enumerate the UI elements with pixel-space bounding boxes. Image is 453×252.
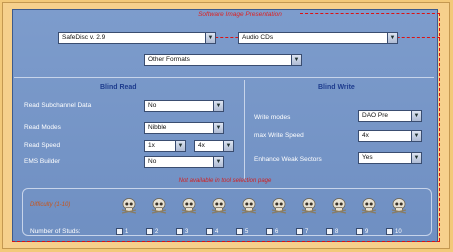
stud-checkbox[interactable] bbox=[326, 228, 333, 235]
chevron-down-icon[interactable]: ▼ bbox=[213, 123, 223, 133]
stud-checkbox[interactable] bbox=[296, 228, 303, 235]
read-subchannel-value: No bbox=[148, 102, 157, 109]
stud-checkbox[interactable] bbox=[176, 228, 183, 235]
skull-icon bbox=[150, 197, 168, 215]
read-subchannel-dropdown[interactable]: No ▼ bbox=[144, 100, 224, 112]
blind-read-title: Blind Read bbox=[100, 84, 137, 91]
read-speed-min-value: 1x bbox=[148, 142, 155, 149]
stud-number: 2 bbox=[155, 228, 159, 235]
stud-option[interactable]: 2 bbox=[146, 228, 158, 235]
max-write-speed-value: 4x bbox=[362, 132, 369, 139]
write-modes-label: Write modes bbox=[254, 114, 291, 121]
enhance-weak-sectors-value: Yes bbox=[362, 154, 373, 161]
read-speed-min-dropdown[interactable]: 1x ▼ bbox=[144, 140, 186, 152]
stud-number: 9 bbox=[365, 228, 369, 235]
column-divider bbox=[244, 80, 245, 180]
stud-number: 8 bbox=[335, 228, 339, 235]
read-modes-value: Nibble bbox=[148, 124, 167, 131]
chevron-down-icon[interactable]: ▼ bbox=[411, 131, 421, 141]
read-subchannel-label: Read Subchannel Data bbox=[24, 102, 92, 109]
software-value: SafeDisc v. 2.9 bbox=[62, 34, 106, 41]
enhance-weak-sectors-dropdown[interactable]: Yes ▼ bbox=[358, 152, 422, 164]
stud-option[interactable]: 6 bbox=[266, 228, 278, 235]
stud-checkbox[interactable] bbox=[386, 228, 393, 235]
header-note: Software Image Presentation bbox=[198, 11, 282, 18]
annotation-line bbox=[300, 13, 440, 14]
max-write-speed-label: max Write Speed bbox=[254, 132, 304, 139]
stud-option[interactable]: 3 bbox=[176, 228, 188, 235]
chevron-down-icon[interactable]: ▼ bbox=[411, 111, 421, 121]
stud-checkbox[interactable] bbox=[356, 228, 363, 235]
section-divider bbox=[14, 77, 434, 78]
stud-option[interactable]: 4 bbox=[206, 228, 218, 235]
stud-number: 4 bbox=[215, 228, 219, 235]
stud-checkbox[interactable] bbox=[206, 228, 213, 235]
stud-number: 10 bbox=[395, 228, 402, 235]
skull-icon bbox=[360, 197, 378, 215]
write-modes-value: DAO Pre bbox=[362, 112, 389, 119]
chevron-down-icon[interactable]: ▼ bbox=[213, 101, 223, 111]
skull-icon bbox=[240, 197, 258, 215]
stud-number: 6 bbox=[275, 228, 279, 235]
annotation-line bbox=[12, 241, 440, 242]
stud-checkbox[interactable] bbox=[116, 228, 123, 235]
chevron-down-icon[interactable]: ▼ bbox=[387, 33, 397, 43]
stud-option[interactable]: 8 bbox=[326, 228, 338, 235]
write-modes-dropdown[interactable]: DAO Pre ▼ bbox=[358, 110, 422, 122]
chevron-down-icon[interactable]: ▼ bbox=[213, 157, 223, 167]
stud-option[interactable]: 10 bbox=[386, 228, 402, 235]
media-dropdown[interactable]: Audio CDs ▼ bbox=[238, 32, 398, 44]
ems-builder-label: EMS Builder bbox=[24, 158, 61, 165]
stud-number: 7 bbox=[305, 228, 309, 235]
stud-checkbox[interactable] bbox=[266, 228, 273, 235]
availability-note: Not available in tool selection page bbox=[178, 178, 272, 184]
annotation-line bbox=[439, 13, 440, 241]
skull-icon bbox=[210, 197, 228, 215]
chevron-down-icon[interactable]: ▼ bbox=[205, 33, 215, 43]
read-speed-label: Read Speed bbox=[24, 142, 61, 149]
enhance-weak-sectors-label: Enhance Weak Sectors bbox=[254, 156, 322, 163]
skull-icon bbox=[390, 197, 408, 215]
chevron-down-icon[interactable]: ▼ bbox=[223, 141, 233, 151]
media-value: Audio CDs bbox=[242, 34, 274, 41]
max-write-speed-dropdown[interactable]: 4x ▼ bbox=[358, 130, 422, 142]
read-modes-label: Read Modes bbox=[24, 124, 61, 131]
software-dropdown[interactable]: SafeDisc v. 2.9 ▼ bbox=[58, 32, 216, 44]
stud-number: 1 bbox=[125, 228, 129, 235]
skull-icon bbox=[270, 197, 288, 215]
skull-icon bbox=[300, 197, 318, 215]
read-modes-dropdown[interactable]: Nibble ▼ bbox=[144, 122, 224, 134]
studs-label: Number of Studs: bbox=[30, 228, 81, 235]
stud-number: 5 bbox=[245, 228, 249, 235]
read-speed-max-value: 4x bbox=[198, 142, 205, 149]
chevron-down-icon[interactable]: ▼ bbox=[291, 55, 301, 65]
formats-value: Other Formats bbox=[148, 56, 190, 63]
stud-option[interactable]: 5 bbox=[236, 228, 248, 235]
blind-write-title: Blind Write bbox=[318, 84, 355, 91]
skull-icon bbox=[120, 197, 138, 215]
stud-option[interactable]: 7 bbox=[296, 228, 308, 235]
stud-option[interactable]: 9 bbox=[356, 228, 368, 235]
stud-checkbox[interactable] bbox=[146, 228, 153, 235]
chevron-down-icon[interactable]: ▼ bbox=[175, 141, 185, 151]
stud-number: 3 bbox=[185, 228, 189, 235]
chevron-down-icon[interactable]: ▼ bbox=[411, 153, 421, 163]
stud-option[interactable]: 1 bbox=[116, 228, 128, 235]
ems-builder-value: No bbox=[148, 158, 157, 165]
stud-checkbox[interactable] bbox=[236, 228, 243, 235]
difficulty-label: Difficulty (1-10) bbox=[30, 202, 71, 208]
read-speed-max-dropdown[interactable]: 4x ▼ bbox=[194, 140, 234, 152]
skull-icon bbox=[330, 197, 348, 215]
formats-dropdown[interactable]: Other Formats ▼ bbox=[144, 54, 302, 66]
ems-builder-dropdown[interactable]: No ▼ bbox=[144, 156, 224, 168]
skull-icon bbox=[180, 197, 198, 215]
